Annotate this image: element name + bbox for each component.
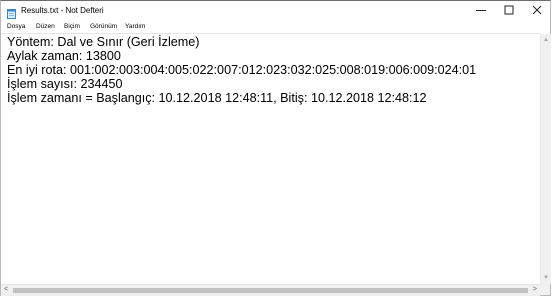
menu-file[interactable]: Dosya <box>7 23 25 31</box>
scroll-down-icon[interactable]: ▼ <box>543 275 549 281</box>
scroll-left-icon[interactable]: < <box>4 286 8 294</box>
horizontal-scroll-thumb[interactable] <box>13 288 528 293</box>
menu-help[interactable]: Yardım <box>125 23 145 31</box>
scroll-right-icon[interactable]: > <box>533 286 537 294</box>
minimize-button[interactable] <box>467 1 495 21</box>
notepad-window: Results.txt - Not Defteri Dosya Düzen Bi… <box>0 0 551 296</box>
horizontal-scrollbar[interactable]: < > <box>1 284 540 296</box>
menu-format[interactable]: Biçim <box>64 23 80 31</box>
maximize-icon <box>504 2 514 20</box>
close-icon <box>532 2 542 20</box>
text-line: En iyi rota: 001:002:003:004:005:022:007… <box>7 63 477 77</box>
menu-view[interactable]: Görünüm <box>90 23 117 31</box>
scrollbar-corner <box>540 284 550 295</box>
maximize-button[interactable] <box>495 1 523 21</box>
menu-bar: Dosya Düzen Biçim Görünüm Yardım <box>1 21 550 33</box>
close-button[interactable] <box>523 1 551 21</box>
window-title: Results.txt - Not Defteri <box>21 6 104 15</box>
minimize-icon <box>476 2 486 20</box>
notepad-icon <box>7 6 16 19</box>
text-line: Aylak zaman: 13800 <box>7 49 121 63</box>
text-line: İşlem sayısı: 234450 <box>7 77 123 91</box>
text-editor[interactable]: Yöntem: Dal ve Sınır (Geri İzleme) Aylak… <box>1 33 540 285</box>
text-line: İşlem zamanı = Başlangıç: 10.12.2018 12:… <box>7 91 427 105</box>
text-line: Yöntem: Dal ve Sınır (Geri İzleme) <box>7 35 200 49</box>
scroll-up-icon[interactable]: ▲ <box>543 37 549 43</box>
title-bar[interactable]: Results.txt - Not Defteri <box>1 1 550 21</box>
menu-edit[interactable]: Düzen <box>36 23 55 31</box>
vertical-scrollbar[interactable]: ▲ ▼ <box>540 34 551 284</box>
